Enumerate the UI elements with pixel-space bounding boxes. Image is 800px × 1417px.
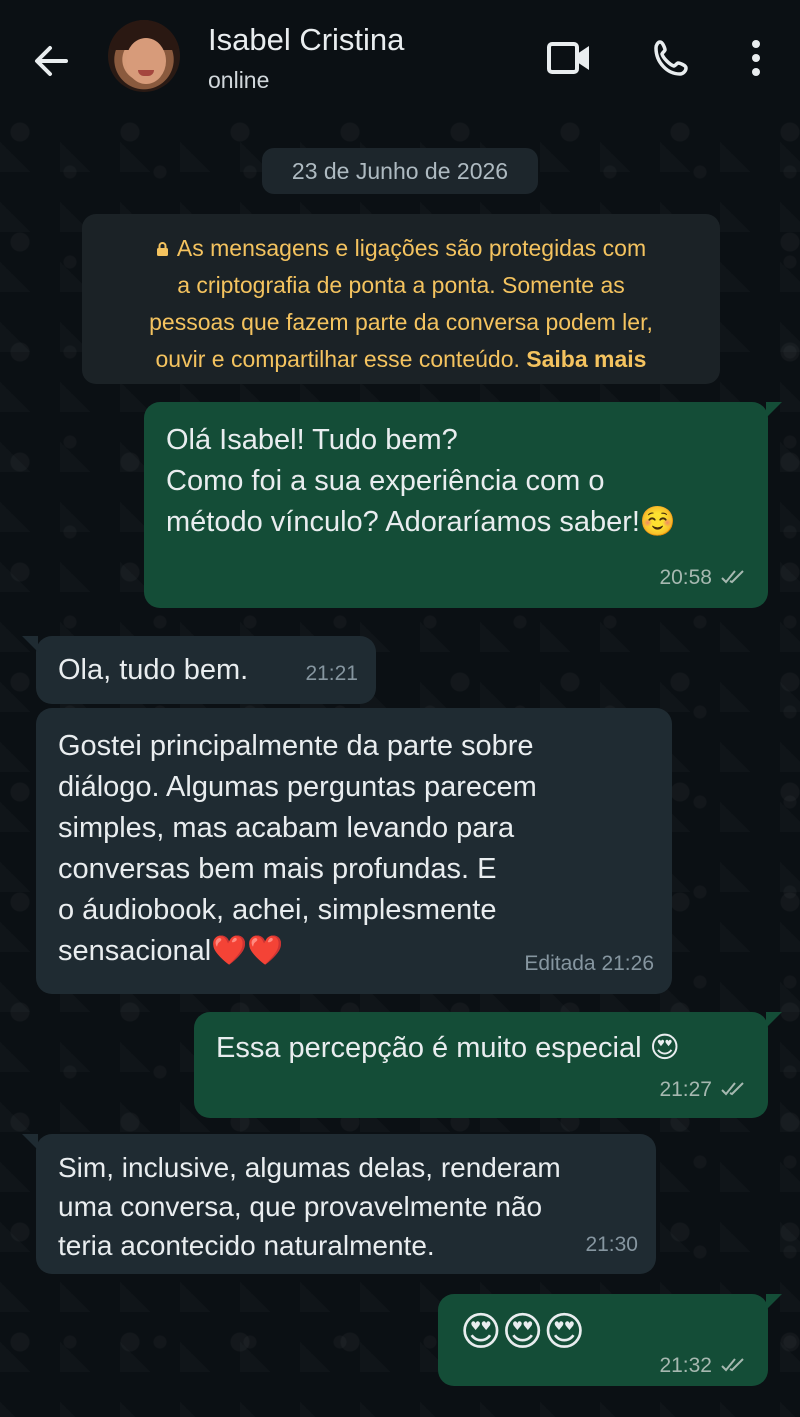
message-outgoing[interactable]: Olá Isabel! Tudo bem? Como foi a sua exp…	[144, 402, 768, 608]
message-text-line: método vínculo? Adoraríamos saber!☺️	[166, 506, 677, 538]
encryption-line: a criptografia de ponta a ponta. Somente…	[177, 272, 625, 298]
message-text-line: Como foi a sua experiência com o	[166, 465, 605, 497]
message-text-line: 😍😍😍	[460, 1309, 586, 1355]
message-time: 21:32	[659, 1354, 712, 1377]
message-text-line: uma conversa, que provavelmente não	[58, 1191, 543, 1222]
lock-icon	[156, 242, 168, 256]
message-time: Editada 21:26	[524, 952, 654, 975]
encryption-notice[interactable]: As mensagens e ligações são protegidas c…	[82, 214, 720, 384]
message-time: 21:21	[305, 662, 358, 685]
bubble-tail	[766, 1012, 782, 1028]
message-text-line: teria acontecido naturalmente.	[58, 1230, 435, 1261]
back-arrow-icon[interactable]	[28, 38, 74, 84]
message-text-line: Sim, inclusive, algumas delas, renderam	[58, 1152, 561, 1183]
message-text-line: Gostei principalmente da parte sobre	[58, 730, 534, 762]
message-time: 21:27	[659, 1078, 712, 1101]
message-text-line: diálogo. Algumas perguntas parecem	[58, 771, 537, 803]
video-call-icon[interactable]	[546, 38, 592, 78]
chat-header: Isabel Cristina online	[0, 0, 800, 112]
message-time: 21:30	[585, 1233, 638, 1256]
message-text-line: Olá Isabel! Tudo bem?	[166, 424, 458, 456]
double-check-icon	[721, 1358, 744, 1372]
double-check-icon	[721, 570, 744, 584]
message-text-line: o áudiobook, achei, simplesmente	[58, 894, 497, 926]
more-options-icon[interactable]	[742, 38, 770, 80]
message-incoming[interactable]: Ola, tudo bem. 21:21	[36, 636, 376, 704]
message-outgoing[interactable]: Essa percepção é muito especial 😍 21:27	[194, 1012, 768, 1118]
bubble-tail	[22, 636, 38, 652]
encryption-line: As mensagens e ligações são protegidas c…	[176, 235, 647, 261]
bubble-tail	[766, 1294, 782, 1310]
message-incoming[interactable]: Sim, inclusive, algumas delas, renderam …	[36, 1134, 656, 1274]
message-outgoing[interactable]: 😍😍😍 21:32	[438, 1294, 768, 1386]
bubble-tail	[22, 1134, 38, 1150]
contact-name[interactable]: Isabel Cristina	[208, 22, 404, 58]
date-separator: 23 de Junho de 2026	[262, 148, 538, 194]
avatar[interactable]	[108, 20, 180, 92]
message-text-line: Essa percepção é muito especial 😍	[216, 1032, 680, 1064]
message-text-line: simples, mas acabam levando para	[58, 812, 515, 844]
learn-more-link[interactable]: Saiba mais	[526, 346, 646, 372]
message-incoming[interactable]: Gostei principalmente da parte sobre diá…	[36, 708, 672, 994]
message-text-line: conversas bem mais profundas. E	[58, 853, 497, 885]
encryption-line: pessoas que fazem parte da conversa pode…	[149, 309, 653, 335]
contact-status: online	[208, 67, 270, 93]
phone-call-icon[interactable]	[650, 38, 692, 80]
bubble-tail	[766, 402, 782, 418]
encryption-line: ouvir e compartilhar esse conteúdo.	[155, 346, 520, 372]
message-time: 20:58	[659, 566, 712, 589]
double-check-icon	[721, 1082, 744, 1096]
